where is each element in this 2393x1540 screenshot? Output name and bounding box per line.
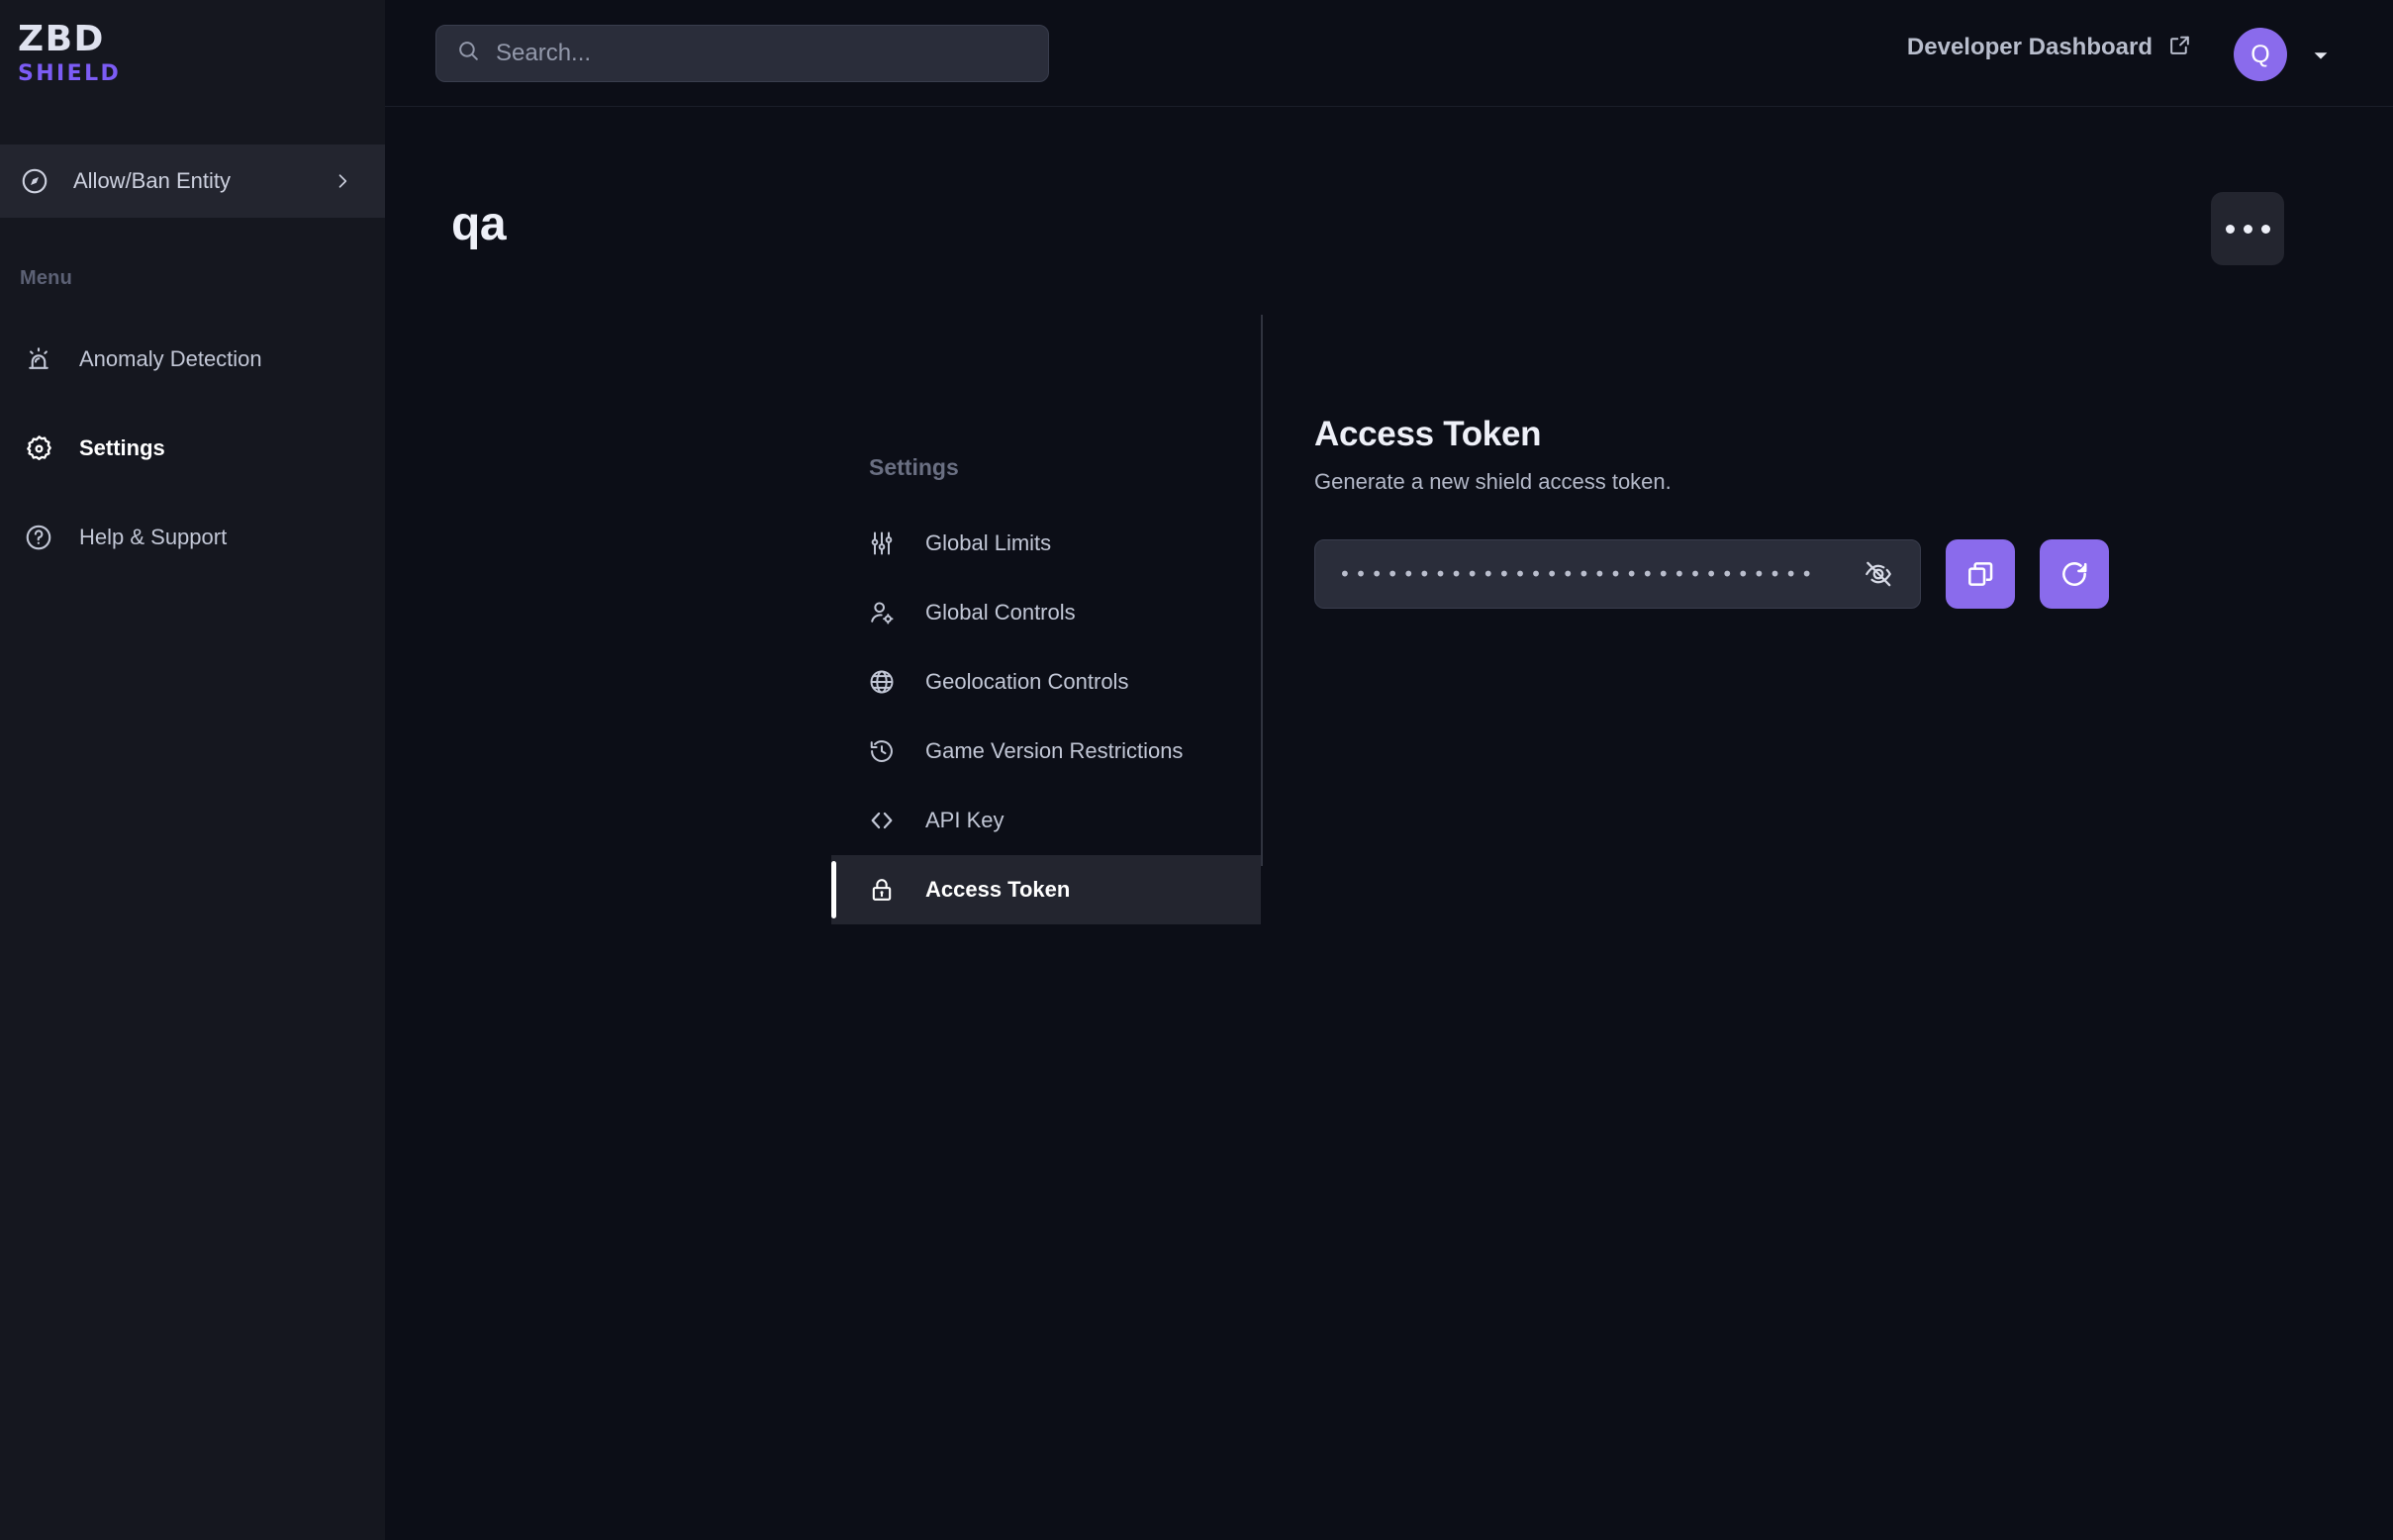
avatar[interactable]: Q xyxy=(2234,28,2287,81)
chevron-right-icon xyxy=(333,171,352,191)
brand-name: ZBD xyxy=(18,19,105,59)
code-brackets-icon xyxy=(865,807,899,834)
chevron-down-icon xyxy=(2314,52,2328,59)
avatar-initial: Q xyxy=(2250,40,2270,68)
settings-item-global-controls[interactable]: Global Controls xyxy=(835,578,1261,647)
sidebar-nav: Anomaly Detection Settings Help & Suppor… xyxy=(0,315,385,582)
sidebar-item-label: Help & Support xyxy=(79,525,228,549)
sidebar-section-menu: Menu xyxy=(20,267,73,289)
sidebar-item-anomaly-detection[interactable]: Anomaly Detection xyxy=(0,315,385,404)
dot xyxy=(2260,224,2270,234)
copy-token-button[interactable] xyxy=(1946,539,2015,609)
sidebar-item-label: Anomaly Detection xyxy=(79,346,262,371)
vertical-divider xyxy=(1261,315,1263,866)
sidebar-item-label: Allow/Ban Entity xyxy=(73,168,231,193)
developer-dashboard-label: Developer Dashboard xyxy=(1906,34,2153,60)
sidebar-item-label: Settings xyxy=(79,435,165,460)
search-icon xyxy=(456,39,481,68)
main-content: qa Settings Global Limits Global Control… xyxy=(385,108,2393,1540)
user-gear-icon xyxy=(865,599,899,626)
sidebar-item-settings[interactable]: Settings xyxy=(0,404,385,493)
dot xyxy=(2225,224,2235,234)
developer-dashboard-link[interactable]: Developer Dashboard xyxy=(1907,33,2192,62)
refresh-icon xyxy=(2062,562,2087,586)
sidebar: ZBD SHIELD Allow/Ban Entity Menu Anomaly… xyxy=(0,0,385,1540)
toggle-token-visibility-button[interactable] xyxy=(1857,552,1900,596)
settings-item-label: Geolocation Controls xyxy=(925,669,1129,694)
search-placeholder: Search... xyxy=(496,40,592,66)
settings-item-label: Access Token xyxy=(925,877,1071,902)
regenerate-token-button[interactable] xyxy=(2040,539,2109,609)
top-bar: Search... Developer Dashboard Q xyxy=(385,0,2393,107)
access-token-panel: Access Token Generate a new shield acces… xyxy=(1314,415,2109,609)
settings-item-game-version-restrictions[interactable]: Game Version Restrictions xyxy=(835,717,1261,786)
question-circle-icon xyxy=(20,523,57,552)
settings-item-label: Game Version Restrictions xyxy=(925,738,1184,763)
panel-description: Generate a new shield access token. xyxy=(1314,469,1672,494)
eye-off-icon xyxy=(1866,561,1891,587)
sidebar-item-allow-ban-entity[interactable]: Allow/Ban Entity xyxy=(0,144,385,218)
brand-product: SHIELD xyxy=(18,61,122,86)
page-title: qa xyxy=(451,198,507,250)
overflow-menu-button[interactable] xyxy=(2211,192,2284,265)
copy-icon xyxy=(1968,562,1993,586)
sidebar-item-help-support[interactable]: Help & Support xyxy=(0,493,385,582)
access-token-input[interactable]: •••••••••••••••••••••••••••••• xyxy=(1314,539,1921,609)
history-icon xyxy=(865,737,899,765)
settings-item-access-token[interactable]: Access Token xyxy=(831,855,1261,924)
gear-icon xyxy=(20,433,57,464)
token-row: •••••••••••••••••••••••••••••• xyxy=(1314,539,2109,609)
settings-item-geolocation-controls[interactable]: Geolocation Controls xyxy=(835,647,1261,717)
settings-section-header: Settings xyxy=(869,454,959,480)
settings-item-label: Global Limits xyxy=(925,530,1052,555)
lock-icon xyxy=(865,876,899,904)
globe-icon xyxy=(865,668,899,696)
brand-logo[interactable]: ZBD SHIELD xyxy=(0,0,385,107)
settings-item-label: Global Controls xyxy=(925,600,1076,625)
compass-icon xyxy=(18,166,51,196)
settings-item-api-key[interactable]: API Key xyxy=(835,786,1261,855)
external-link-icon xyxy=(2167,33,2192,62)
sliders-icon xyxy=(865,529,899,557)
settings-item-global-limits[interactable]: Global Limits xyxy=(835,509,1261,578)
siren-icon xyxy=(20,344,57,374)
settings-item-label: API Key xyxy=(925,808,1005,832)
account-menu-toggle[interactable] xyxy=(2310,45,2332,71)
access-token-masked-value: •••••••••••••••••••••••••••••• xyxy=(1339,562,1817,586)
search-input[interactable]: Search... xyxy=(435,25,1049,82)
dot xyxy=(2243,224,2252,234)
panel-heading: Access Token xyxy=(1314,415,1542,453)
settings-submenu: Global Limits Global Controls Geolocatio… xyxy=(831,509,1261,924)
